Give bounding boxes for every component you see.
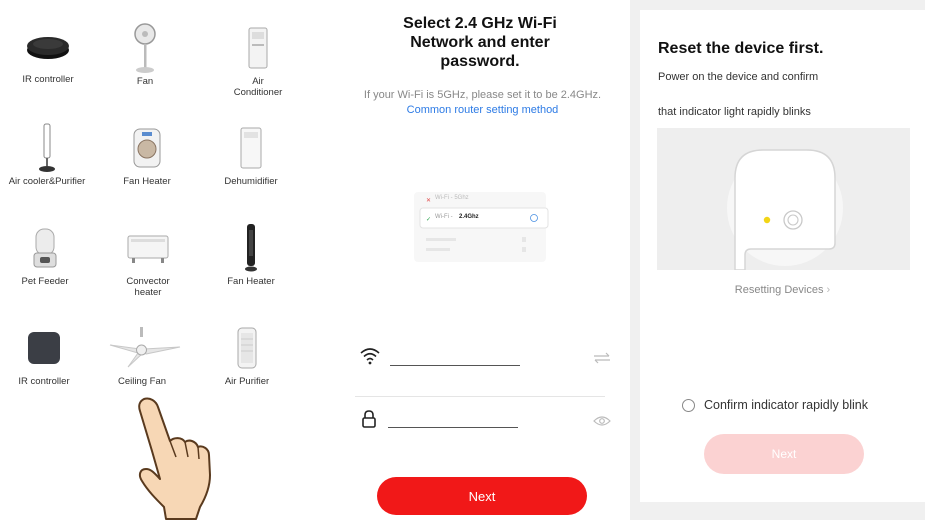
device-dehumidifier[interactable]: Dehumidifier [201, 120, 301, 187]
device-label: Fan Heater [227, 276, 275, 287]
wifi-password-row [355, 407, 611, 437]
device-label: Air Conditioner [233, 76, 283, 98]
device-air-conditioner[interactable]: Air Conditioner [208, 20, 308, 98]
wifi-ssid-input[interactable] [390, 349, 520, 365]
wifi-ssid-row [355, 345, 610, 375]
air-cooler-icon [0, 120, 97, 176]
pointing-hand-icon [130, 395, 215, 520]
router-setting-link[interactable]: Common router setting method [407, 104, 559, 116]
wifi-next-button[interactable]: Next [377, 477, 587, 515]
wifi-illustration: ✕ ✓ Wi-Fi - 5Ghz Wi-Fi - 2.4Ghz [410, 190, 550, 265]
confirm-blink-option[interactable]: Confirm indicator rapidly blink [682, 398, 868, 412]
resetting-devices-label: Resetting Devices [734, 284, 824, 296]
device-ir-controller-hub[interactable]: IR controller [0, 320, 94, 387]
wifi-hint: If your Wi-Fi is 5GHz, please set it to … [360, 88, 605, 118]
reset-card: Reset the device first. Power on the dev… [640, 10, 925, 502]
svg-text:✕: ✕ [426, 198, 431, 204]
confirm-radio[interactable] [682, 398, 695, 412]
air-purifier-icon [197, 320, 297, 376]
fan-heater-icon [97, 120, 197, 176]
svg-text:✓: ✓ [426, 217, 431, 223]
wifi-setup-panel: Select 2.4 GHz Wi-Fi Network and enter p… [345, 0, 615, 520]
chevron-right-icon: › [826, 284, 831, 296]
device-label: Fan Heater [123, 176, 171, 187]
device-tower-fan-heater[interactable]: Fan Heater [201, 220, 301, 287]
reset-next-button[interactable]: Next [704, 434, 864, 474]
device-category-panel: IR controller Fan Air Conditioner Air co… [0, 0, 330, 520]
pet-feeder-icon [0, 220, 95, 276]
resetting-devices-link[interactable]: Resetting Devices › [640, 284, 925, 296]
device-label: Convector heater [126, 276, 170, 298]
page-title: Select 2.4 GHz Wi-Fi Network and enter p… [403, 15, 557, 70]
wifi-icon [359, 347, 381, 370]
device-label: IR controller [22, 74, 74, 85]
fan-icon [95, 20, 195, 76]
lock-icon [361, 409, 377, 434]
password-underline [388, 427, 518, 428]
ir-hub-icon [0, 320, 94, 376]
reset-device-panel: Reset the device first. Power on the dev… [630, 0, 925, 520]
page-title: Reset the device first. [658, 40, 824, 57]
ceiling-fan-icon [92, 320, 192, 376]
device-fan-heater[interactable]: Fan Heater [97, 120, 197, 187]
show-password-eye-icon[interactable] [593, 414, 611, 432]
ssid-underline [390, 365, 520, 366]
confirm-label: Confirm indicator rapidly blink [704, 398, 868, 412]
wifi-card-row2-prefix: Wi-Fi - [435, 214, 453, 220]
device-ir-controller[interactable]: IR controller [0, 18, 98, 85]
device-convector-heater[interactable]: Convector heater [98, 220, 198, 298]
device-label: Dehumidifier [224, 176, 278, 187]
device-fan[interactable]: Fan [95, 20, 195, 87]
wifi-hint-text: If your Wi-Fi is 5GHz, please set it to … [363, 89, 602, 101]
air-conditioner-icon [208, 20, 308, 76]
divider [355, 396, 605, 397]
device-indicator-illustration [657, 128, 910, 270]
convector-heater-icon [98, 220, 198, 276]
ir-controller-icon [0, 18, 98, 74]
switch-network-icon[interactable] [593, 351, 611, 369]
device-label: Air cooler&Purifier [8, 176, 86, 187]
device-label: Air Purifier [224, 376, 270, 387]
device-pet-feeder[interactable]: Pet Feeder [0, 220, 95, 287]
reset-instruction-line2: that indicator light rapidly blinks [658, 106, 811, 118]
device-label: Pet Feeder [21, 276, 69, 287]
device-air-cooler-purifier[interactable]: Air cooler&Purifier [0, 120, 97, 187]
reset-instruction-line1: Power on the device and confirm [658, 71, 819, 83]
dehumidifier-icon [201, 120, 301, 176]
tower-heater-icon [201, 220, 301, 276]
device-label: Ceiling Fan [117, 376, 167, 387]
device-label: IR controller [18, 376, 70, 387]
device-ceiling-fan[interactable]: Ceiling Fan [92, 320, 192, 387]
device-label: Fan [136, 76, 154, 87]
wifi-card-row1: Wi-Fi - 5Ghz [435, 195, 469, 201]
wifi-password-input[interactable] [388, 411, 518, 427]
wifi-card-row2-band: 2.4Ghz [459, 214, 479, 220]
device-air-purifier[interactable]: Air Purifier [197, 320, 297, 387]
